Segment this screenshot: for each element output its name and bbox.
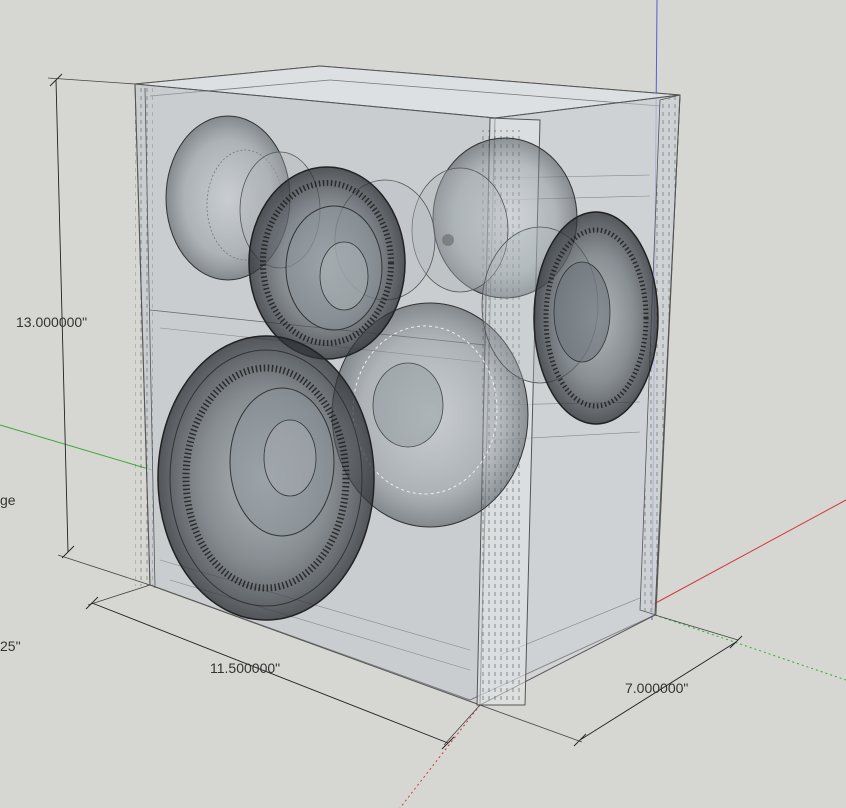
dimension-height-label: 13.000000" xyxy=(16,314,88,330)
dimension-depth-label: 7.000000" xyxy=(625,680,689,696)
dimension-width-label: 11.500000" xyxy=(210,660,281,676)
green-axis-dotted xyxy=(654,614,846,681)
red-axis xyxy=(651,499,846,606)
red-axis-dotted xyxy=(399,704,481,808)
driver-upper-woofer[interactable] xyxy=(248,166,406,360)
partial-dimension-label: 25" xyxy=(0,638,21,654)
green-axis xyxy=(0,424,153,471)
3d-model-canvas[interactable] xyxy=(0,0,846,808)
driver-large-woofer[interactable] xyxy=(157,335,375,621)
partial-label-left: ge xyxy=(0,492,16,508)
sketchup-viewport[interactable]: 13.000000" 11.500000" 7.000000" ge 25" xyxy=(0,0,846,808)
